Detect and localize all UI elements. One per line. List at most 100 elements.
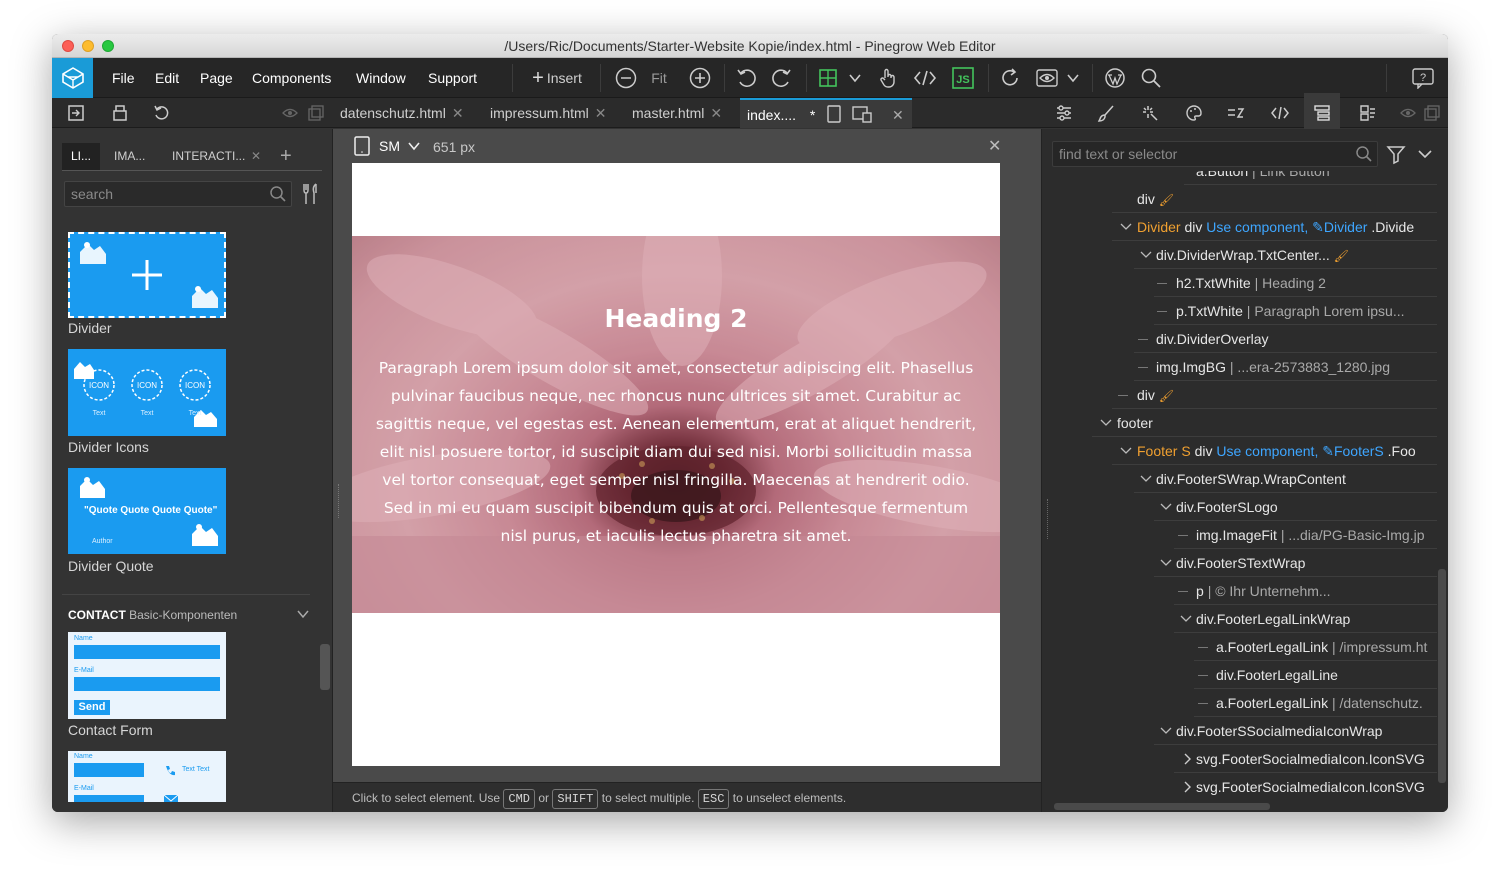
help-icon[interactable]: ? xyxy=(1410,58,1436,98)
device-size-label[interactable]: SM xyxy=(379,138,400,154)
page-import-icon[interactable] xyxy=(64,93,88,133)
tree-row[interactable]: Divider div Use component, ✎Divider .Div… xyxy=(1042,213,1437,241)
visibility-eye-icon[interactable] xyxy=(280,93,300,133)
tab-images[interactable]: IMA... xyxy=(114,143,145,170)
code-view-icon[interactable] xyxy=(912,58,938,98)
chevron-down-icon[interactable] xyxy=(1100,409,1112,437)
divider-thumb[interactable] xyxy=(68,232,226,318)
chevron-down-icon[interactable] xyxy=(1140,465,1152,493)
tree-row[interactable]: div.FooterSSocialmediaIconWrap xyxy=(1042,717,1437,745)
chevron-down-icon[interactable] xyxy=(846,58,864,98)
chevron-down-icon[interactable] xyxy=(1160,493,1172,521)
hero-paragraph[interactable]: Paragraph Lorem ipsum dolor sit amet, co… xyxy=(374,354,978,550)
undo-icon[interactable] xyxy=(734,58,758,98)
interaction-hand-icon[interactable] xyxy=(876,58,900,98)
use-component-link[interactable]: Use component, xyxy=(1216,443,1318,459)
add-tab-plus-icon[interactable]: + xyxy=(280,143,292,170)
close-icon[interactable]: ✕ xyxy=(988,136,1001,156)
tree-search-input[interactable] xyxy=(1053,142,1343,166)
properties-sliders-icon[interactable] xyxy=(1052,93,1076,133)
tree-row[interactable]: div.DividerOverlay xyxy=(1042,325,1437,353)
close-icon[interactable]: ✕ xyxy=(710,105,722,121)
tree-row[interactable]: p | © Ihr Unternehm... xyxy=(1042,577,1437,605)
menu-components[interactable]: Components xyxy=(252,58,331,98)
preview-eye-icon[interactable] xyxy=(1034,58,1060,98)
chevron-right-icon[interactable] xyxy=(1182,773,1192,801)
tab-datenschutz[interactable]: datenschutz.html ✕ xyxy=(340,98,464,128)
tree-row[interactable]: div.FooterLegalLine xyxy=(1042,661,1437,689)
refresh-icon[interactable] xyxy=(998,58,1022,98)
resize-handle[interactable] xyxy=(1047,499,1049,539)
close-icon[interactable]: ✕ xyxy=(595,105,607,121)
search-icon[interactable] xyxy=(1138,58,1164,98)
divider-quote-thumb[interactable]: "Quote Quote Quote Quote" Author xyxy=(68,468,226,554)
library-icon[interactable] xyxy=(1356,93,1380,133)
palette-icon[interactable] xyxy=(1182,93,1206,133)
library-tools-icon[interactable] xyxy=(300,182,322,206)
duplicate-view-icon[interactable] xyxy=(1422,93,1442,133)
tree-row[interactable]: div.FooterLegalLinkWrap xyxy=(1042,605,1437,633)
tree-row[interactable]: div.FooterSLogo xyxy=(1042,493,1437,521)
tab-impressum[interactable]: impressum.html ✕ xyxy=(490,98,607,128)
tree-row[interactable]: svg.FooterSocialmediaIcon.IconSVG xyxy=(1042,773,1437,801)
tree-row[interactable]: footer xyxy=(1042,409,1437,437)
divider-section[interactable]: Heading 2 Paragraph Lorem ipsum dolor si… xyxy=(352,236,1000,613)
zoom-in-icon[interactable] xyxy=(688,58,712,98)
visibility-eye-icon[interactable] xyxy=(1398,93,1418,133)
close-icon[interactable]: ✕ xyxy=(452,105,464,121)
component-link[interactable]: Divider xyxy=(1324,219,1368,235)
text-lines-icon[interactable] xyxy=(1224,93,1248,133)
chevron-down-icon[interactable] xyxy=(1120,213,1132,241)
tree-view-icon[interactable] xyxy=(1304,93,1340,133)
close-icon[interactable]: ✕ xyxy=(892,100,904,130)
component-link[interactable]: FooterS xyxy=(1334,443,1384,459)
tree-row[interactable]: p.TxtWhite | Paragraph Lorem ipsu... xyxy=(1042,297,1437,325)
tree-row[interactable]: a.Button | Link Button xyxy=(1042,171,1437,185)
edit-pencil-icon[interactable]: ✎ xyxy=(1322,443,1334,459)
tree-horizontal-scrollbar[interactable] xyxy=(1054,803,1270,810)
tablet-device-icon[interactable] xyxy=(354,136,370,156)
tree-row[interactable]: h2.TxtWhite | Heading 2 xyxy=(1042,269,1437,297)
tree-row[interactable]: div 🖌 xyxy=(1042,381,1437,409)
tree-row[interactable]: a.FooterLegalLink | /datenschutz. xyxy=(1042,689,1437,717)
tab-interactions[interactable]: INTERACTI... xyxy=(172,143,245,170)
save-icon[interactable] xyxy=(108,93,132,133)
responsive-icon[interactable] xyxy=(852,105,872,123)
tree-row[interactable]: Footer S div Use component, ✎FooterS .Fo… xyxy=(1042,437,1437,465)
edit-pencil-icon[interactable]: ✎ xyxy=(1312,219,1324,235)
tree-row[interactable]: div 🖌 xyxy=(1042,185,1437,213)
contact-form-thumb[interactable]: Name E-Mail Send xyxy=(68,632,226,719)
chevron-down-icon[interactable] xyxy=(296,607,310,621)
menu-file[interactable]: File xyxy=(112,58,135,98)
resize-handle[interactable] xyxy=(338,484,340,518)
chevron-down-icon[interactable] xyxy=(1120,437,1132,465)
chevron-down-icon[interactable] xyxy=(1180,605,1192,633)
search-icon[interactable] xyxy=(269,185,287,203)
tree-row[interactable]: div.FooterSTextWrap xyxy=(1042,549,1437,577)
wordpress-icon[interactable] xyxy=(1102,58,1128,98)
fit-button[interactable]: Fit xyxy=(648,58,670,98)
tree-row[interactable]: svg.FooterSocialmediaIcon.IconSVG xyxy=(1042,745,1437,773)
tree-row[interactable]: div.DividerWrap.TxtCenter... 🖌 xyxy=(1042,241,1437,269)
hero-heading[interactable]: Heading 2 xyxy=(352,304,1000,333)
menu-edit[interactable]: Edit xyxy=(155,58,179,98)
grid-layout-icon[interactable] xyxy=(816,58,840,98)
chevron-down-icon[interactable] xyxy=(1160,549,1172,577)
zoom-out-icon[interactable] xyxy=(614,58,638,98)
style-brush-icon[interactable] xyxy=(1094,93,1118,133)
tab-index[interactable]: index.... * ✕ xyxy=(740,98,912,128)
minimize-window-button[interactable] xyxy=(82,40,94,52)
pinegrow-logo-icon[interactable] xyxy=(52,58,93,98)
use-component-link[interactable]: Use component, xyxy=(1206,219,1308,235)
tree-row[interactable]: img.ImageFit | ...dia/PG-Basic-Img.jp xyxy=(1042,521,1437,549)
menu-page[interactable]: Page xyxy=(200,58,233,98)
tree-row[interactable]: div.FooterSWrap.WrapContent xyxy=(1042,465,1437,493)
chevron-down-icon[interactable] xyxy=(1140,241,1152,269)
search-icon[interactable] xyxy=(1355,145,1373,163)
interactions-sparkle-icon[interactable] xyxy=(1138,93,1162,133)
maximize-window-button[interactable] xyxy=(102,40,114,52)
js-icon[interactable]: JS xyxy=(950,58,976,98)
chevron-right-icon[interactable] xyxy=(1182,745,1192,773)
reload-page-icon[interactable] xyxy=(150,93,174,133)
code-icon[interactable] xyxy=(1268,93,1292,133)
